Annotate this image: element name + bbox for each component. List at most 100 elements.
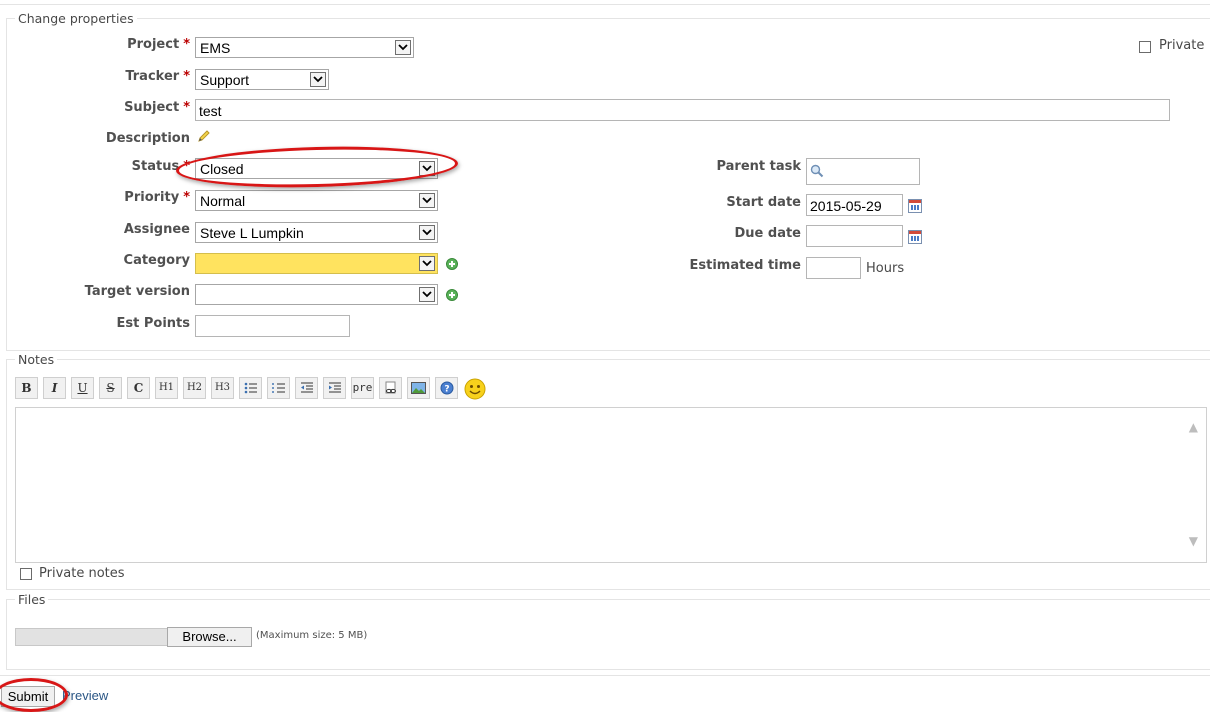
link-button[interactable]: [379, 377, 402, 399]
underline-glyph: U: [77, 381, 88, 395]
h2-glyph: H2: [186, 382, 203, 393]
tracker-select[interactable]: Support: [195, 69, 329, 90]
subject-input-value: test: [199, 103, 222, 119]
browse-button[interactable]: Browse...: [167, 627, 252, 647]
status-label: Status *: [131, 159, 190, 174]
due-date-label: Due date: [734, 226, 802, 241]
add-version-icon[interactable]: [446, 289, 458, 301]
outdent-button[interactable]: [295, 377, 318, 399]
private-notes-checkbox[interactable]: [20, 568, 32, 580]
required-marker: *: [183, 37, 190, 52]
assignee-select[interactable]: Steve L Lumpkin: [195, 222, 438, 243]
status-select-value: Closed: [200, 161, 244, 177]
strike-glyph: S: [106, 381, 115, 395]
smiley-button[interactable]: [463, 377, 486, 400]
chevron-down-icon: [419, 161, 435, 176]
scroll-down-icon[interactable]: ▼: [1189, 534, 1198, 548]
private-checkbox[interactable]: [1139, 41, 1151, 53]
indent-button[interactable]: [323, 377, 346, 399]
required-marker: *: [183, 100, 190, 115]
calendar-icon[interactable]: [908, 230, 922, 244]
bold-button[interactable]: B: [15, 377, 38, 399]
ordered-list-button[interactable]: [267, 377, 290, 399]
underline-button[interactable]: U: [71, 377, 94, 399]
notes-legend: Notes: [18, 352, 55, 367]
edit-pencil-icon[interactable]: [197, 129, 211, 147]
priority-select-value: Normal: [200, 193, 246, 209]
category-label: Category: [123, 253, 190, 268]
properties-fieldset: Change properties: [6, 11, 1210, 351]
target-version-label: Target version: [84, 284, 190, 299]
target-version-select[interactable]: [195, 284, 438, 305]
project-label: Project *: [127, 37, 190, 52]
file-path-field[interactable]: [15, 628, 168, 646]
bottom-divider: [0, 675, 1210, 676]
preview-link[interactable]: Preview: [62, 688, 108, 703]
chevron-down-icon: [419, 256, 435, 271]
bold-glyph: B: [21, 381, 32, 395]
chevron-down-icon: [419, 287, 435, 302]
add-category-icon[interactable]: [446, 258, 458, 270]
strikethrough-button[interactable]: S: [99, 377, 122, 399]
private-label: Private: [1159, 38, 1205, 53]
bullet-list-icon: [244, 382, 257, 394]
search-icon: [810, 164, 824, 182]
inline-code-button[interactable]: C: [127, 377, 150, 399]
outdent-icon: [300, 382, 313, 393]
assignee-select-value: Steve L Lumpkin: [200, 225, 304, 241]
priority-select[interactable]: Normal: [195, 190, 438, 211]
project-select[interactable]: EMS: [195, 37, 414, 58]
submit-button[interactable]: Submit: [1, 686, 55, 707]
chevron-down-icon: [310, 72, 326, 87]
start-date-input-value: 2015-05-29: [810, 198, 882, 214]
assignee-label: Assignee: [123, 222, 190, 237]
chevron-down-icon: [419, 193, 435, 208]
smiley-icon: [464, 378, 486, 400]
heading-2-button[interactable]: H2: [183, 377, 206, 399]
status-select[interactable]: Closed: [195, 158, 438, 179]
tracker-label: Tracker *: [125, 69, 190, 84]
est-points-input[interactable]: [195, 315, 350, 337]
pre-glyph: pre: [352, 381, 373, 394]
category-select[interactable]: [195, 253, 438, 274]
required-marker: *: [183, 159, 190, 174]
hours-unit-label: Hours: [866, 261, 905, 276]
heading-3-button[interactable]: H3: [211, 377, 234, 399]
h1-glyph: H1: [158, 382, 175, 393]
project-select-value: EMS: [200, 40, 231, 56]
estimated-time-input[interactable]: [806, 257, 861, 279]
notes-textarea[interactable]: ▲ ▼: [15, 407, 1207, 563]
subject-input[interactable]: test: [195, 99, 1170, 121]
est-points-label: Est Points: [116, 316, 190, 331]
tracker-select-value: Support: [200, 72, 250, 88]
parent-task-label: Parent task: [716, 159, 801, 174]
scroll-up-icon[interactable]: ▲: [1189, 420, 1198, 434]
help-button[interactable]: ?: [435, 377, 458, 399]
top-divider: [0, 4, 1210, 5]
required-marker: *: [183, 190, 190, 205]
max-size-note: (Maximum size: 5 MB): [256, 630, 368, 641]
preformatted-button[interactable]: pre: [351, 377, 374, 399]
italic-button[interactable]: I: [43, 377, 66, 399]
heading-1-button[interactable]: H1: [155, 377, 178, 399]
start-date-input[interactable]: 2015-05-29: [806, 194, 903, 216]
chevron-down-icon: [395, 40, 411, 55]
estimated-time-label: Estimated time: [689, 258, 801, 273]
chevron-down-icon: [419, 225, 435, 240]
calendar-icon[interactable]: [908, 199, 922, 213]
due-date-input[interactable]: [806, 225, 903, 247]
code-glyph: C: [133, 381, 144, 395]
private-notes-label: Private notes: [39, 566, 125, 581]
numbered-list-icon: [271, 383, 285, 393]
start-date-label: Start date: [726, 195, 801, 210]
priority-label: Priority *: [124, 190, 190, 205]
subject-label: Subject *: [124, 100, 190, 115]
image-icon: [411, 382, 426, 394]
image-button[interactable]: [407, 377, 430, 399]
italic-glyph: I: [51, 381, 58, 395]
h3-glyph: H3: [214, 382, 231, 393]
required-marker: *: [183, 69, 190, 84]
parent-task-input[interactable]: [806, 158, 920, 185]
properties-legend: Change properties: [18, 11, 134, 26]
unordered-list-button[interactable]: [239, 377, 262, 399]
